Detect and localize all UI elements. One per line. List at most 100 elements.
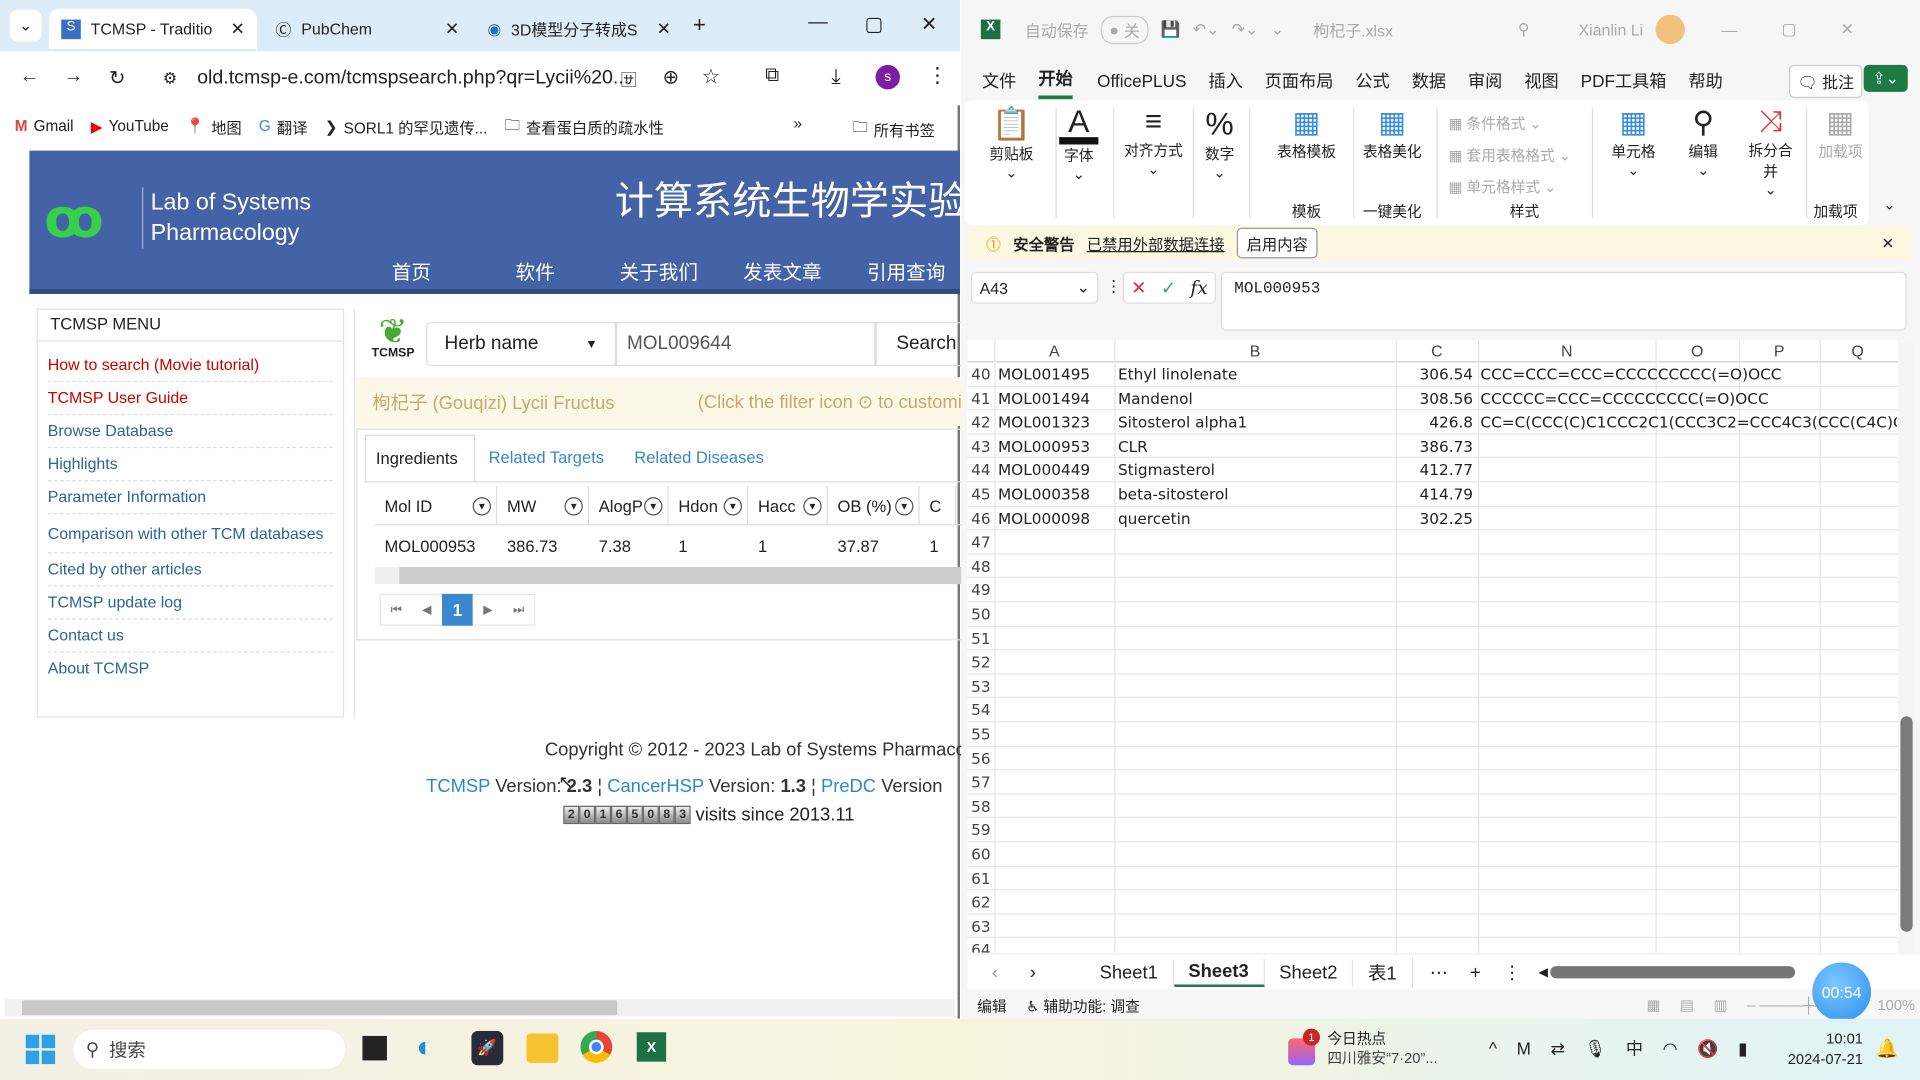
close-warning-icon[interactable]: ✕ [1881, 233, 1894, 251]
mute-icon[interactable]: 🔇 [1697, 1038, 1718, 1059]
cell-c[interactable]: 306.54 [1396, 365, 1473, 383]
alignment-button[interactable]: ≡ 对齐方式 ⌄ [1118, 105, 1189, 177]
ribbon-tab[interactable]: PDF工具箱 [1581, 68, 1667, 97]
row-header[interactable]: 51 [967, 628, 995, 648]
undo-icon[interactable]: ↶⌄ [1193, 20, 1220, 40]
menu-how-to-search[interactable]: How to search (Movie tutorial) [47, 349, 334, 383]
bookmark-gmail[interactable]: M Gmail [15, 118, 74, 135]
zoom-icon[interactable]: ⊕ [662, 65, 678, 89]
menu-comparison[interactable]: Comparison with other TCM databases [47, 514, 334, 554]
close-tab-icon[interactable]: ✕ [231, 18, 245, 39]
download-icon[interactable]: ⤓ [831, 65, 840, 89]
tab-tcmsp[interactable]: S TCMSP - Traditio ✕ [48, 8, 258, 49]
microphone-icon[interactable]: 🎙 [1584, 1038, 1606, 1059]
addins-button[interactable]: ▦ 加载项 [1818, 105, 1862, 161]
prev-page-icon[interactable]: ◀ [411, 603, 442, 616]
ribbon-tab[interactable]: 帮助 [1688, 68, 1722, 97]
nav-publications[interactable]: 发表文章 [743, 256, 821, 285]
name-box[interactable]: A43 ⌄ [971, 271, 1099, 304]
ribbon-tab[interactable]: 数据 [1412, 68, 1446, 97]
save-icon[interactable]: 💾 [1161, 20, 1181, 40]
row-header[interactable]: 53 [967, 676, 995, 696]
column-header[interactable]: MW ▼ [497, 486, 589, 526]
row-header[interactable]: 57 [967, 772, 995, 792]
sheet-tab[interactable]: Sheet3 [1173, 958, 1265, 987]
column-header[interactable]: C [1396, 342, 1478, 360]
column-header[interactable]: A [994, 342, 1114, 360]
search-type-select[interactable]: Herb name ▼ [426, 322, 616, 367]
cell-b[interactable]: Stigmasterol [1118, 461, 1394, 479]
start-icon[interactable] [25, 1034, 56, 1065]
extensions-icon[interactable]: ⧉ [765, 65, 779, 87]
cell-b[interactable]: Sitosterol alpha1 [1118, 413, 1394, 431]
row-header[interactable]: 63 [967, 916, 995, 936]
app-tray-icon[interactable]: M [1517, 1038, 1531, 1058]
search-button[interactable]: Search [875, 322, 974, 367]
cell-n[interactable]: CCCCCC=CCC=CCCCCCCCC(=O)OCC [1480, 389, 1896, 407]
cell-b[interactable]: beta-sitosterol [1118, 485, 1394, 503]
row-header[interactable]: 61 [967, 868, 995, 888]
security-details-link[interactable]: 已禁用外部数据连接 [1087, 231, 1225, 254]
profile-avatar[interactable]: s [875, 64, 901, 90]
task-view-icon[interactable] [362, 1035, 387, 1061]
cell-styles-button[interactable]: ▦ 单元格样式 ⌄ [1449, 171, 1572, 203]
menu-user-guide[interactable]: TCMSP User Guide [47, 382, 334, 416]
table-template-button[interactable]: ▦ 表格模板 [1275, 105, 1339, 161]
close-tab-icon[interactable]: ✕ [445, 18, 459, 39]
forward-icon[interactable]: → [64, 66, 84, 88]
more-sheets-icon[interactable]: ⋯ [1430, 961, 1448, 983]
menu-contact[interactable]: Contact us [47, 620, 334, 653]
nav-citations[interactable]: 引用查询 [867, 256, 945, 285]
ribbon-tab[interactable]: OfficePLUS [1097, 70, 1186, 94]
tab-ingredients[interactable]: Ingredients [364, 434, 476, 482]
new-tab-button[interactable]: + [693, 12, 706, 38]
column-header[interactable]: C [920, 486, 957, 526]
row-header[interactable]: 47 [967, 532, 995, 552]
menu-browse-database[interactable]: Browse Database [47, 415, 334, 449]
column-header[interactable]: B [1114, 342, 1396, 360]
menu-icon[interactable]: ⋮ [927, 64, 948, 88]
bell-icon[interactable]: 🔔 [1876, 1037, 1899, 1059]
vertical-scrollbar[interactable] [1899, 342, 1914, 953]
rocket-app-icon[interactable]: 🚀 [471, 1031, 504, 1066]
cell-c[interactable]: 412.77 [1396, 461, 1473, 479]
add-sheet-icon[interactable]: + [1470, 962, 1481, 983]
column-header[interactable]: P [1739, 342, 1820, 360]
tab-3d-model[interactable]: ◉ 3D模型分子转成S ✕ [475, 9, 683, 49]
accessibility-status[interactable]: ♿ 辅助功能: 调查 [1026, 995, 1140, 1016]
translate-icon[interactable]: 🈂 [621, 67, 637, 90]
star-icon[interactable]: ☆ [702, 65, 721, 89]
filter-icon[interactable]: ▼ [644, 496, 663, 515]
cell-b[interactable]: Mandenol [1118, 389, 1394, 407]
maximize-button[interactable]: ▢ [864, 12, 883, 36]
ime-indicator[interactable]: 中 [1626, 1036, 1643, 1060]
chevron-up-icon[interactable]: ^ [1489, 1038, 1497, 1058]
bookmark-youtube[interactable]: ▶ YouTube [91, 117, 169, 136]
cell-b[interactable]: CLR [1118, 437, 1394, 455]
filter-icon[interactable]: ▼ [895, 496, 914, 515]
battery-icon[interactable]: ▮ [1738, 1038, 1747, 1059]
column-header[interactable]: OB (%) ▼ [828, 486, 920, 526]
more-bookmarks-icon[interactable]: » [793, 115, 802, 132]
first-page-icon[interactable]: ⏮ [381, 603, 412, 616]
cell-a[interactable]: MOL001323 [998, 413, 1113, 431]
column-header[interactable]: Hdon ▼ [669, 486, 749, 526]
recording-timer[interactable]: 00:54 [1812, 962, 1872, 1022]
last-page-icon[interactable]: ⏭ [503, 603, 534, 616]
bookmark-translate[interactable]: G 翻译 [259, 114, 308, 137]
row-header[interactable]: 49 [967, 580, 995, 600]
cell-a[interactable]: MOL000953 [998, 437, 1113, 455]
page-break-icon[interactable]: ▥ [1714, 997, 1728, 1014]
cells-button[interactable]: ▦ 单元格 ⌄ [1608, 105, 1659, 179]
redo-icon[interactable]: ↷⌄ [1232, 20, 1259, 40]
chrome-icon[interactable] [580, 1031, 613, 1063]
tab-related-diseases[interactable]: Related Diseases [634, 448, 764, 466]
table-beautify-button[interactable]: ▦ 表格美化 [1360, 105, 1424, 161]
bookmark-sorl1[interactable]: ❯ SORL1 的罕见遗传... [325, 114, 488, 137]
all-bookmarks[interactable]: 🗀 所有书签 [852, 116, 935, 142]
site-info-icon[interactable]: ⚙ [163, 69, 177, 89]
row-header[interactable]: 43 [967, 436, 995, 456]
bookmark-hydrophobicity[interactable]: 🗀 查看蛋白质的疏水性 [505, 113, 664, 139]
ribbon-tab[interactable]: 文件 [982, 68, 1016, 97]
column-header[interactable]: N [1478, 342, 1656, 360]
